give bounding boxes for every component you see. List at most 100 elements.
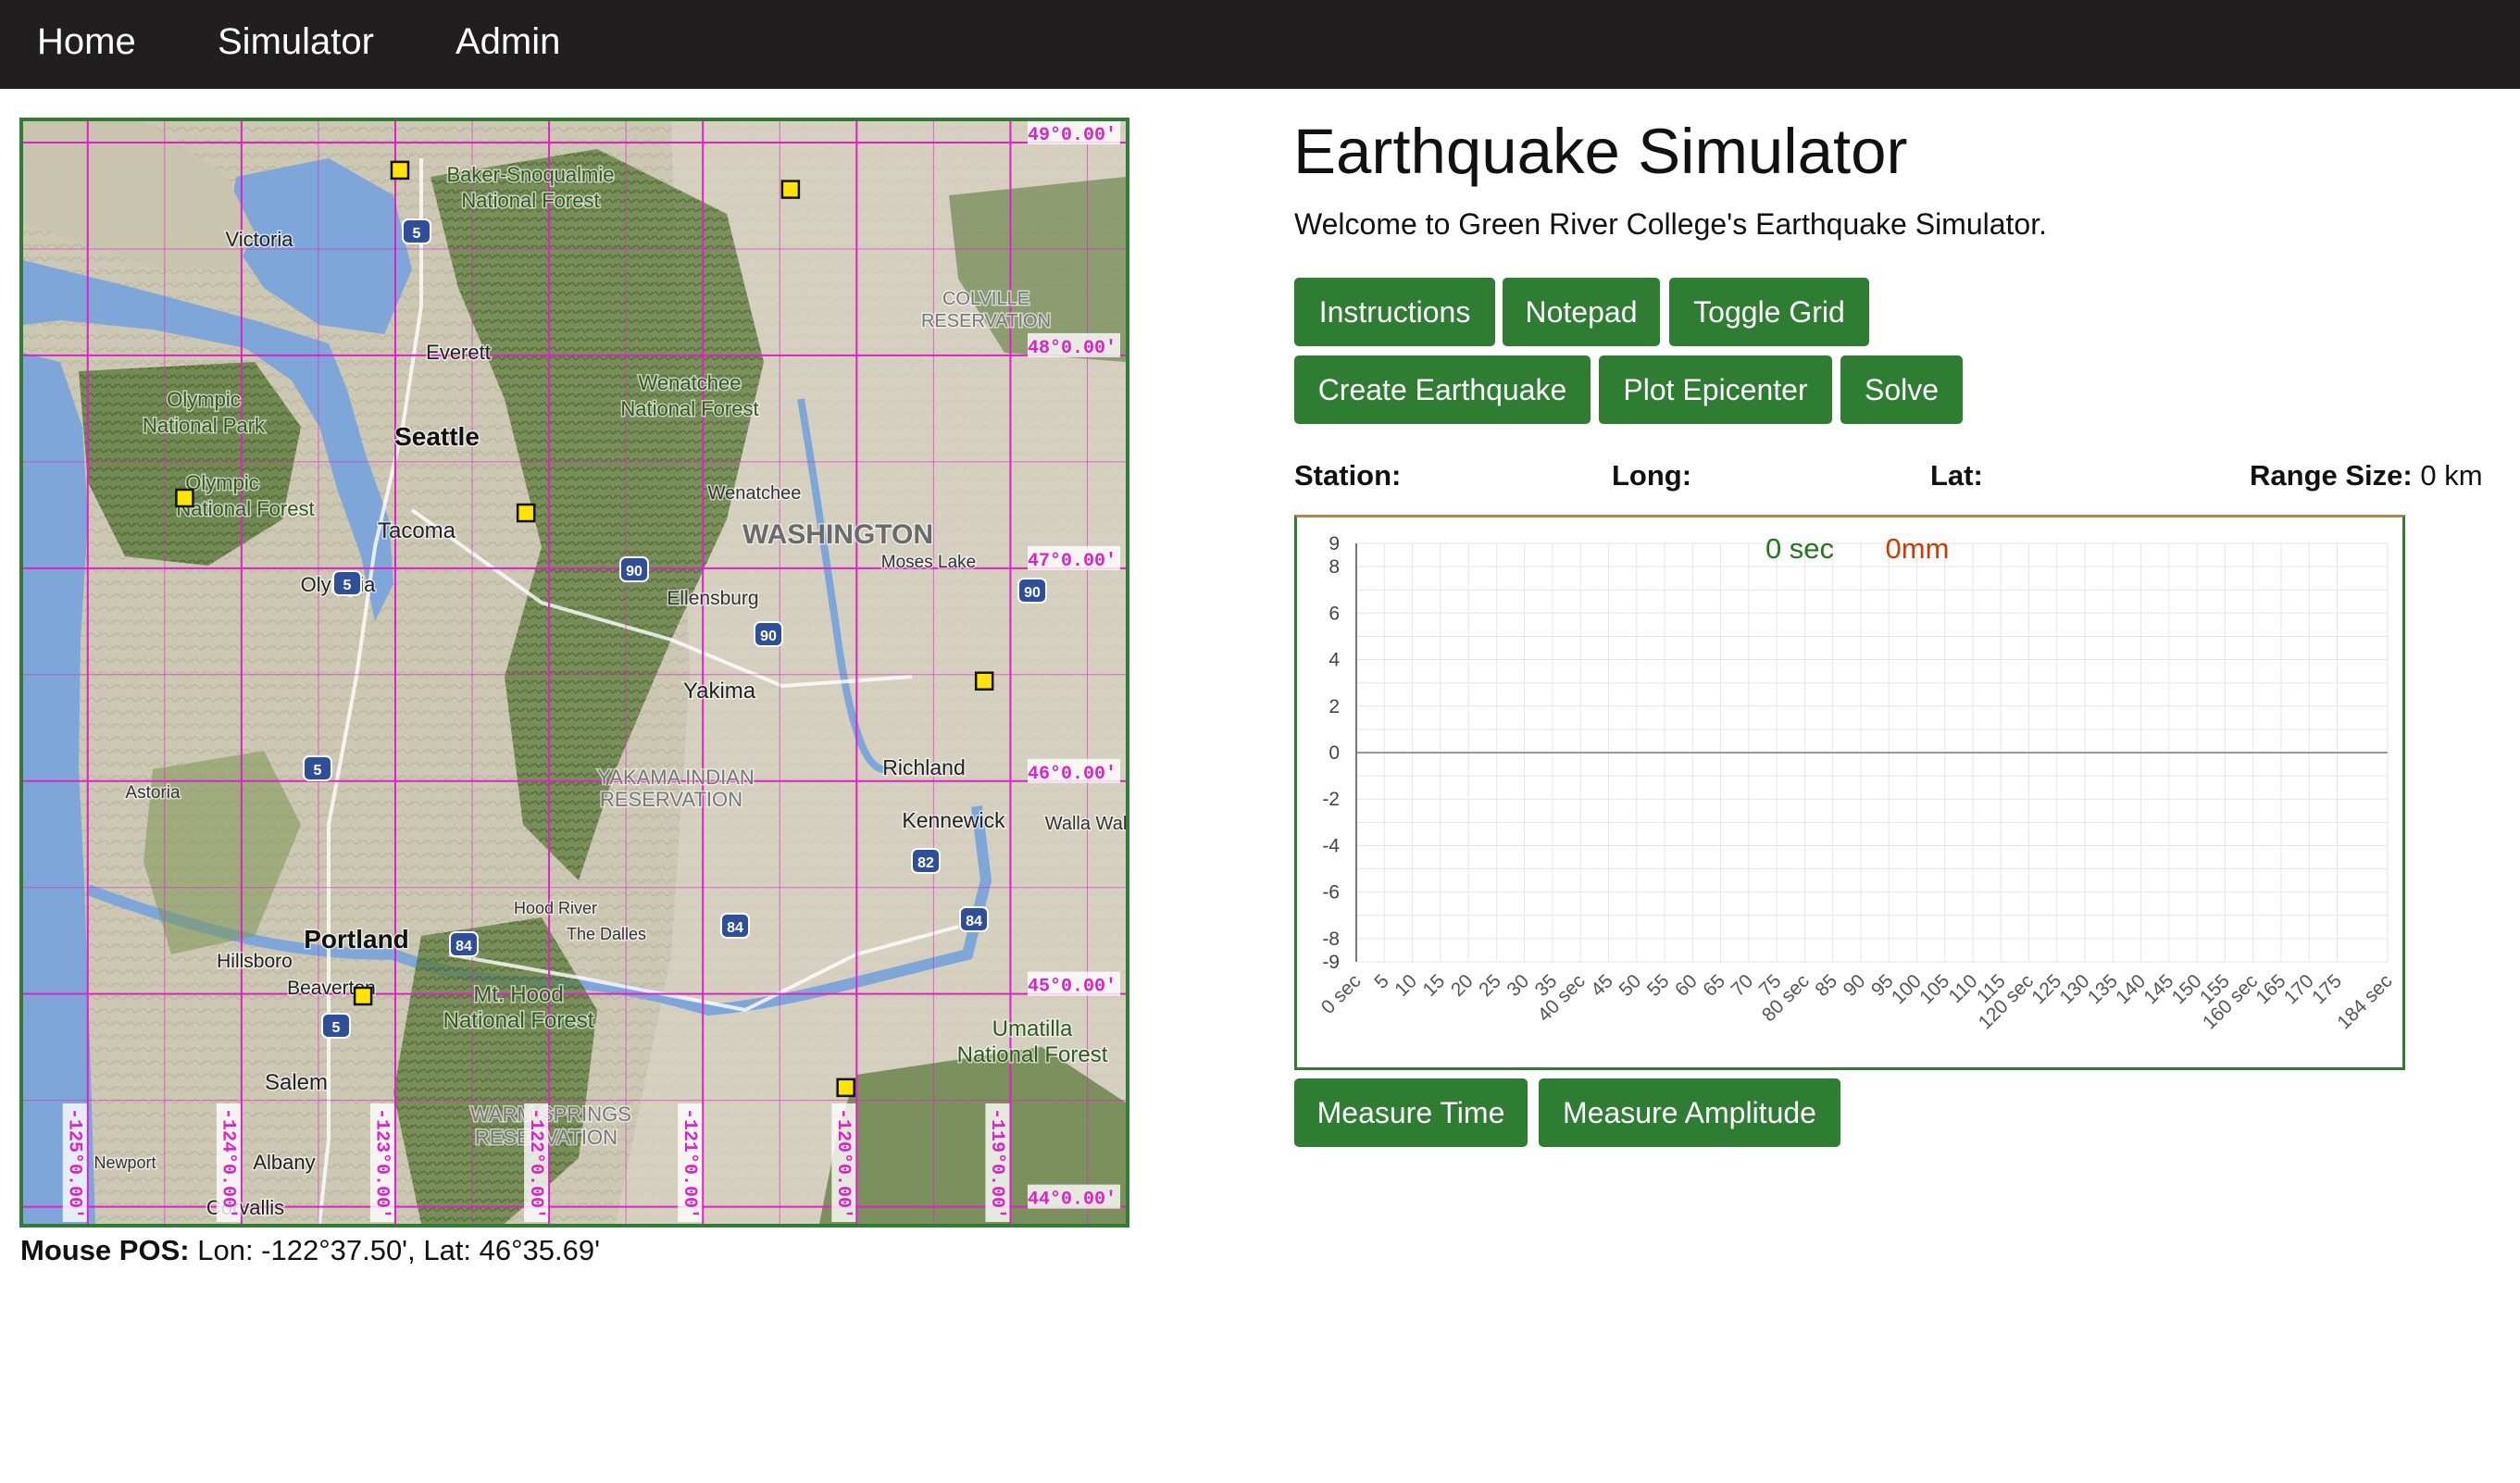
seis-y-tick-label: -2	[1322, 789, 1340, 810]
map-place-label: Salem	[265, 1070, 328, 1095]
interstate-shield-label: 5	[332, 1020, 341, 1036]
map-place-label: YAKAMA INDIAN	[597, 766, 755, 789]
lat-grid-label: 45°0.00'	[1028, 977, 1117, 998]
live-amplitude-readout: 0mm	[1886, 532, 1950, 565]
live-time-readout: 0 sec	[1765, 532, 1834, 565]
map-place-label: Olympic	[167, 388, 240, 411]
nav-home-link[interactable]: Home	[37, 0, 136, 83]
seis-x-tick-label: 20	[1447, 970, 1478, 1001]
seismic-station-marker[interactable]	[974, 671, 994, 691]
seismic-station-marker[interactable]	[516, 503, 536, 523]
nav-admin-link[interactable]: Admin	[455, 0, 560, 83]
map-canvas[interactable]: VictoriaEverettSeattleTacomaOlympiaBaker…	[23, 121, 1126, 1224]
notepad-button[interactable]: Notepad	[1503, 278, 1660, 346]
seismic-station-marker[interactable]	[780, 180, 801, 199]
map-place-label: Hood River	[514, 899, 597, 917]
map-place-label: Portland	[304, 925, 409, 953]
long-label: Long:	[1612, 459, 1692, 492]
interstate-shield-label: 90	[1024, 585, 1041, 601]
plot-epicenter-button[interactable]: Plot Epicenter	[1599, 355, 1832, 424]
seis-x-tick-label: 45	[1587, 970, 1617, 1001]
map-place-label: Olympic	[185, 471, 258, 494]
seismic-station-marker[interactable]	[390, 160, 410, 181]
seis-x-tick-label: 85	[1811, 970, 1841, 1001]
create-earthquake-button[interactable]: Create Earthquake	[1294, 355, 1591, 424]
lat-grid-label: 44°0.00'	[1028, 1190, 1117, 1211]
interstate-shield-label: 84	[966, 914, 982, 929]
map-place-label: Hillsboro	[217, 951, 293, 972]
interstate-shield-label: 90	[626, 564, 642, 579]
lon-grid-label: -122°0.00'	[525, 1108, 546, 1219]
seis-y-tick-label: 8	[1329, 556, 1340, 578]
seismic-station-marker[interactable]	[353, 986, 373, 1006]
seis-x-tick-label: 70	[1728, 970, 1758, 1001]
map-place-label: Umatilla	[992, 1016, 1073, 1041]
seis-x-tick-label: 10	[1391, 970, 1421, 1001]
map-place-label: Everett	[426, 341, 491, 364]
seismic-station-marker[interactable]	[836, 1078, 855, 1098]
map-place-label: Tacoma	[378, 518, 456, 543]
seis-x-tick-label: 60	[1671, 970, 1702, 1001]
mouse-pos-label: Mouse POS:	[20, 1234, 190, 1266]
map-place-label: Wenatchee	[708, 483, 802, 504]
lat-label: Lat:	[1930, 459, 1983, 492]
seis-y-tick-label: 6	[1329, 603, 1340, 624]
seis-x-tick-label: 50	[1615, 970, 1645, 1001]
map-place-label: Yakima	[683, 679, 756, 704]
measure-time-button[interactable]: Measure Time	[1294, 1078, 1528, 1147]
seismograph-chart[interactable]: 986420-2-4-6-8-9 0 sec 510152025303540 se…	[1297, 517, 2402, 1067]
lat-grid-label: 49°0.00'	[1028, 125, 1117, 146]
map-place-label: Ellensburg	[667, 588, 758, 609]
map-place-label: WARM SPRINGS	[470, 1103, 631, 1126]
interstate-shield-label: 5	[413, 226, 421, 242]
seis-x-tick-label: 55	[1643, 970, 1674, 1001]
seismic-station-marker[interactable]	[175, 488, 194, 508]
seismograph-y-ticks: 98 6 4 2 0 -2 -4 -6 -8-9	[1322, 533, 1340, 973]
map-place-label: Baker-Snoqualmie	[447, 163, 615, 186]
map-place-label: COLVILLE	[942, 289, 1029, 309]
interstate-shield-label: 5	[343, 578, 352, 593]
map-place-label: WASHINGTON	[742, 519, 933, 550]
lat-grid-label: 46°0.00'	[1028, 764, 1117, 785]
lon-grid-label: -119°0.00'	[986, 1108, 1007, 1219]
interstate-shield-label: 5	[314, 763, 322, 779]
interstate-shield-label: 90	[760, 629, 777, 644]
map-place-label: Newport	[94, 1153, 156, 1172]
lon-grid-label: -125°0.00'	[63, 1108, 84, 1219]
seismograph-panel[interactable]: 9 8 6 4 2 0 -2 -4 -6 -8 -9 0 sec 5 10 15 20 25 30 35 40 se…	[1294, 515, 2405, 1070]
seis-x-tick-label: 184 sec	[2333, 970, 2396, 1033]
nav-simulator-link[interactable]: Simulator	[218, 0, 374, 83]
seis-x-tick-label: 90	[1840, 970, 1870, 1001]
seis-y-tick-label: -4	[1322, 835, 1340, 856]
map-place-label: National Forest	[957, 1042, 1108, 1067]
interstate-shield-label: 84	[455, 939, 472, 954]
range-size-label: Range Size:	[2250, 459, 2413, 492]
map-place-label: Kennewick	[902, 808, 1005, 832]
map-place-label: National Forest	[443, 1008, 594, 1033]
solve-button[interactable]: Solve	[1840, 355, 1963, 424]
map-place-label: National Forest	[176, 497, 314, 520]
toggle-grid-button[interactable]: Toggle Grid	[1669, 278, 1869, 346]
map-place-label: Walla Wal	[1045, 814, 1126, 834]
lon-grid-label: -124°0.00'	[218, 1108, 239, 1219]
map-place-label: RESERVATION	[921, 311, 1051, 331]
seis-y-tick-label: 0	[1329, 742, 1340, 764]
range-size-value: 0 km	[2420, 459, 2483, 492]
seis-y-tick-label: -9	[1322, 952, 1340, 973]
map-place-label: RESERVATION	[600, 788, 742, 811]
map-place-label: The Dalles	[567, 925, 646, 943]
seis-x-tick-label: 5	[1370, 970, 1393, 993]
seis-y-tick-label: 9	[1329, 533, 1340, 555]
map-place-label: National Park	[143, 414, 266, 437]
map-place-label: Richland	[882, 755, 966, 779]
seis-x-tick-label: 25	[1475, 970, 1505, 1001]
instructions-button[interactable]: Instructions	[1294, 278, 1495, 346]
seis-y-tick-label: -8	[1322, 928, 1340, 950]
map-panel[interactable]: VictoriaEverettSeattleTacomaOlympiaBaker…	[19, 118, 1129, 1228]
measure-amplitude-button[interactable]: Measure Amplitude	[1539, 1078, 1840, 1147]
map-place-label: National Forest	[461, 189, 599, 212]
map-place-label: Wenatchee	[639, 371, 742, 394]
seis-x-tick-label: 30	[1503, 970, 1533, 1001]
welcome-text: Welcome to Green River College's Earthqu…	[1294, 207, 2047, 241]
top-navbar: Home Simulator Admin	[0, 0, 2520, 89]
